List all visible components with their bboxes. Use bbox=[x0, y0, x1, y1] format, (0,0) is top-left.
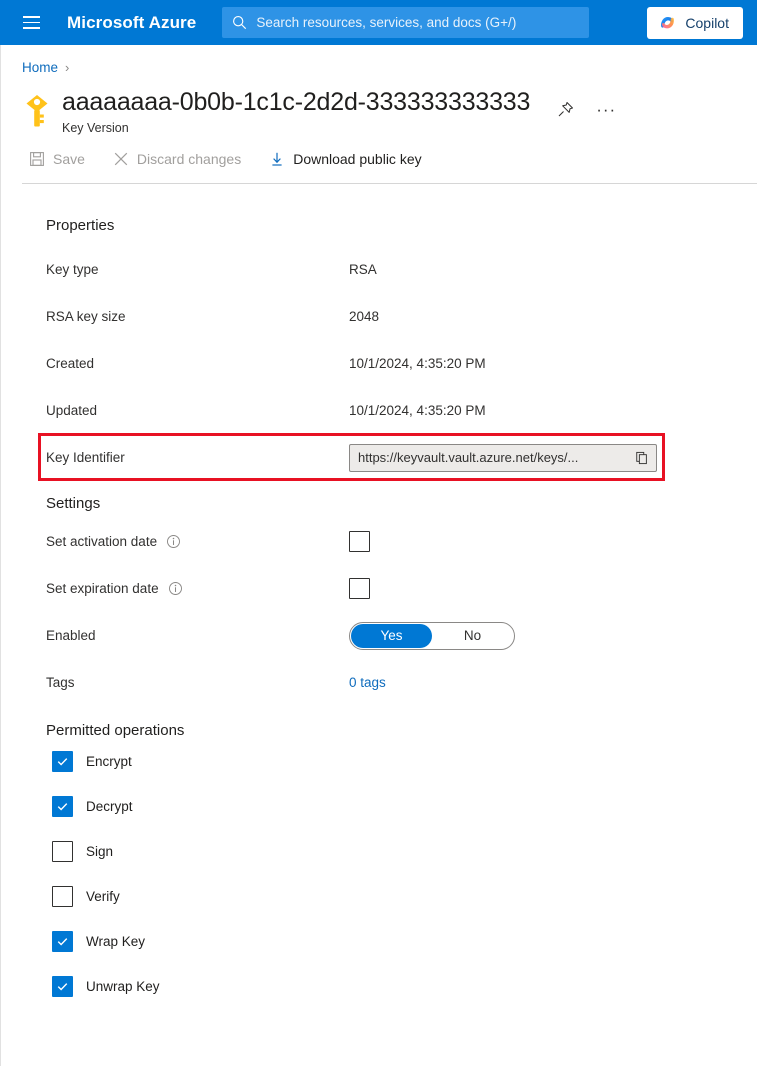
discard-changes-label: Discard changes bbox=[137, 151, 241, 167]
sign-checkbox[interactable] bbox=[52, 841, 73, 862]
set-activation-date-label: Set activation date bbox=[46, 534, 349, 549]
check-icon bbox=[56, 800, 69, 813]
key-identifier-field[interactable]: https://keyvault.vault.azure.net/keys/..… bbox=[349, 444, 657, 472]
breadcrumb-separator-icon: › bbox=[65, 60, 69, 75]
permitted-operation-row: Unwrap Key bbox=[46, 964, 757, 1009]
enabled-label: Enabled bbox=[46, 628, 349, 643]
sidebar-rail bbox=[0, 45, 1, 1066]
ellipsis-icon: ··· bbox=[596, 106, 616, 114]
key-type-label: Key type bbox=[46, 262, 349, 277]
hamburger-menu-icon[interactable] bbox=[14, 6, 48, 40]
download-icon bbox=[269, 151, 285, 167]
check-icon bbox=[56, 935, 69, 948]
unwrap-key-checkbox[interactable] bbox=[52, 976, 73, 997]
key-identifier-label: Key Identifier bbox=[46, 450, 349, 465]
pin-button[interactable] bbox=[555, 99, 576, 120]
copy-icon bbox=[635, 451, 649, 465]
settings-heading: Settings bbox=[46, 495, 757, 512]
updated-label: Updated bbox=[46, 403, 349, 418]
sign-label: Sign bbox=[86, 844, 113, 859]
info-icon[interactable] bbox=[166, 534, 181, 549]
permitted-operation-row: Wrap Key bbox=[46, 919, 757, 964]
save-icon bbox=[29, 151, 45, 167]
key-icon bbox=[22, 94, 52, 128]
page-header: aaaaaaaa-0b0b-1c1c-2d2d-333333333333 Key… bbox=[0, 75, 757, 135]
set-expiration-date-label: Set expiration date bbox=[46, 581, 349, 596]
property-row-rsa-key-size: RSA key size 2048 bbox=[46, 293, 757, 340]
permitted-operation-row: Encrypt bbox=[46, 739, 757, 784]
page-body: Home › aaaaaaaa-0b0b-1c1c-2d2d-333333333… bbox=[0, 45, 757, 1066]
discard-changes-button[interactable]: Discard changes bbox=[111, 146, 253, 172]
page-subtitle: Key Version bbox=[62, 121, 530, 135]
azure-brand-title[interactable]: Microsoft Azure bbox=[67, 13, 196, 33]
azure-top-header: Microsoft Azure Copilot bbox=[0, 0, 757, 45]
property-row-key-type: Key type RSA bbox=[46, 246, 757, 293]
rsa-key-size-value: 2048 bbox=[349, 309, 379, 324]
setting-row-expiration-date: Set expiration date bbox=[46, 565, 757, 612]
set-activation-date-checkbox[interactable] bbox=[349, 531, 370, 552]
verify-label: Verify bbox=[86, 889, 120, 904]
encrypt-label: Encrypt bbox=[86, 754, 132, 769]
setting-row-tags: Tags 0 tags bbox=[46, 659, 757, 706]
pin-icon bbox=[557, 101, 574, 118]
key-type-value: RSA bbox=[349, 262, 377, 277]
breadcrumb-item-home[interactable]: Home bbox=[22, 60, 58, 75]
tags-link[interactable]: 0 tags bbox=[349, 675, 386, 690]
more-options-button[interactable]: ··· bbox=[594, 104, 618, 116]
copilot-icon bbox=[658, 13, 677, 32]
rsa-key-size-label: RSA key size bbox=[46, 309, 349, 324]
created-label: Created bbox=[46, 356, 349, 371]
search-input[interactable] bbox=[256, 15, 579, 30]
enabled-toggle[interactable]: Yes No bbox=[349, 622, 515, 650]
property-row-key-identifier: Key Identifier https://keyvault.vault.az… bbox=[46, 434, 757, 481]
wrap-key-label: Wrap Key bbox=[86, 934, 145, 949]
copilot-button[interactable]: Copilot bbox=[647, 7, 743, 39]
download-public-key-button[interactable]: Download public key bbox=[267, 146, 433, 172]
decrypt-label: Decrypt bbox=[86, 799, 133, 814]
created-value: 10/1/2024, 4:35:20 PM bbox=[349, 356, 486, 371]
setting-row-activation-date: Set activation date bbox=[46, 518, 757, 565]
command-toolbar: Save Discard changes Download public key bbox=[0, 135, 757, 172]
download-public-key-label: Download public key bbox=[293, 151, 421, 167]
permitted-operation-row: Decrypt bbox=[46, 784, 757, 829]
breadcrumb: Home › bbox=[0, 45, 757, 75]
encrypt-checkbox[interactable] bbox=[52, 751, 73, 772]
page-header-actions: ··· bbox=[555, 99, 618, 120]
info-icon[interactable] bbox=[168, 581, 183, 596]
permitted-operation-row: Verify bbox=[46, 874, 757, 919]
decrypt-checkbox[interactable] bbox=[52, 796, 73, 817]
updated-value: 10/1/2024, 4:35:20 PM bbox=[349, 403, 486, 418]
properties-heading: Properties bbox=[46, 217, 757, 234]
check-icon bbox=[56, 755, 69, 768]
main-content: Properties Key type RSA RSA key size 204… bbox=[0, 184, 757, 1009]
search-icon bbox=[232, 15, 247, 30]
unwrap-key-label: Unwrap Key bbox=[86, 979, 160, 994]
page-title: aaaaaaaa-0b0b-1c1c-2d2d-333333333333 bbox=[62, 88, 530, 116]
copilot-label: Copilot bbox=[685, 15, 729, 31]
save-button[interactable]: Save bbox=[27, 146, 97, 172]
wrap-key-checkbox[interactable] bbox=[52, 931, 73, 952]
set-expiration-date-checkbox[interactable] bbox=[349, 578, 370, 599]
setting-row-enabled: Enabled Yes No bbox=[46, 612, 757, 659]
check-icon bbox=[56, 980, 69, 993]
verify-checkbox[interactable] bbox=[52, 886, 73, 907]
enabled-toggle-yes[interactable]: Yes bbox=[351, 624, 432, 648]
tags-label: Tags bbox=[46, 675, 349, 690]
global-search-box[interactable] bbox=[222, 7, 589, 38]
set-expiration-date-text: Set expiration date bbox=[46, 581, 159, 596]
save-label: Save bbox=[53, 151, 85, 167]
copy-key-identifier-button[interactable] bbox=[634, 450, 650, 466]
set-activation-date-text: Set activation date bbox=[46, 534, 157, 549]
property-row-created: Created 10/1/2024, 4:35:20 PM bbox=[46, 340, 757, 387]
property-row-updated: Updated 10/1/2024, 4:35:20 PM bbox=[46, 387, 757, 434]
permitted-operation-row: Sign bbox=[46, 829, 757, 874]
permitted-operations-heading: Permitted operations bbox=[46, 722, 757, 739]
key-identifier-value: https://keyvault.vault.azure.net/keys/..… bbox=[358, 450, 630, 465]
discard-icon bbox=[113, 151, 129, 167]
enabled-toggle-no[interactable]: No bbox=[432, 624, 513, 648]
